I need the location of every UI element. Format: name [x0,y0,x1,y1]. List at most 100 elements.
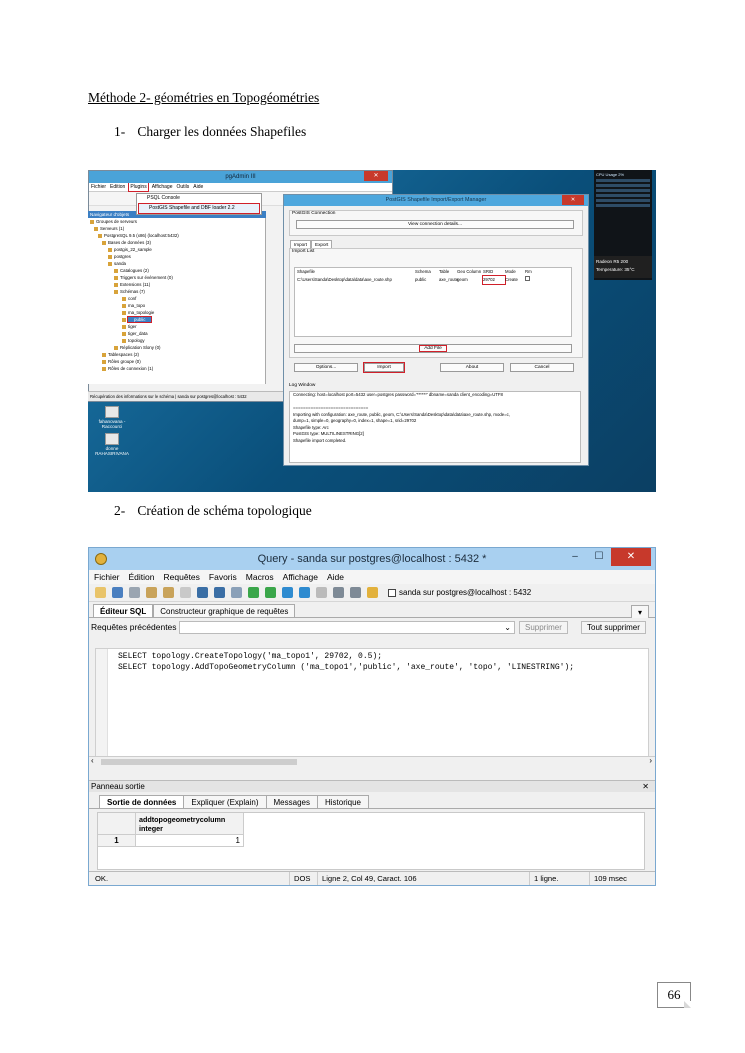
tab-data-output[interactable]: Sortie de données [99,795,185,808]
copy-icon[interactable] [146,587,157,598]
row-header[interactable]: 1 [98,835,136,847]
delete-all-button[interactable]: Tout supprimer [581,621,646,634]
menu-macros[interactable]: Macros [246,570,274,584]
minimize-button[interactable]: – [563,548,587,566]
menu-fichier[interactable]: Fichier [91,183,106,191]
redo-icon[interactable] [214,587,225,598]
query-window-title: Query - sanda sur postgres@localhost : 5… [257,553,487,565]
tree-item[interactable]: ma_topologie [88,309,265,316]
tree-item[interactable]: tiger [88,323,265,330]
tree-item[interactable]: Extensions (11) [88,281,265,288]
save-icon[interactable] [112,587,123,598]
options-button[interactable]: Options... [294,363,358,372]
add-file-button[interactable]: Add File [419,345,447,352]
sql-code[interactable]: SELECT topology.CreateTopology('ma_topo1… [118,651,574,673]
tabs-dropdown-icon[interactable]: ▾ [630,605,649,618]
view-connection-button[interactable]: View connection details... [296,220,574,229]
tab-explain[interactable]: Expliquer (Explain) [183,795,267,808]
explain-icon[interactable] [299,587,310,598]
grid-corner[interactable] [98,813,136,835]
tab-sql-editor[interactable]: Éditeur SQL [93,604,154,617]
tree-item[interactable]: ma_topo [88,302,265,309]
tree-item[interactable]: Rôles groupe (0) [88,358,265,365]
paste-icon[interactable] [163,587,174,598]
tree-item[interactable]: postgis_22_sample [88,246,265,253]
menu-aide[interactable]: Aide [327,570,344,584]
schema-icon [122,331,126,336]
scroll-thumb[interactable] [101,759,297,765]
execute-to-file-icon[interactable] [282,587,293,598]
execute-icon[interactable] [248,587,259,598]
import-button[interactable]: Import [363,362,405,373]
help-icon[interactable] [367,587,378,598]
tree-item-selected[interactable]: public [88,316,265,323]
pgadmin-close-button[interactable]: ✕ [364,171,388,181]
tab-import[interactable]: Import [290,240,312,248]
tree-item[interactable]: Groupes de serveurs [88,218,265,225]
menu-requetes[interactable]: Requêtes [164,570,200,584]
plugin-shapefile-loader[interactable]: PostGIS Shapefile and DBF loader 2.2 [138,203,260,214]
menu-affichage[interactable]: Affichage [283,570,318,584]
previous-queries-dropdown[interactable]: ⌄ [179,621,515,634]
tree-item[interactable]: postgres [88,253,265,260]
connection-selector[interactable]: sanda sur postgres@localhost : 5432 [388,588,531,597]
shapefile-loader-window: PostGIS Shapefile Import/Export Manager … [283,194,589,466]
delete-button[interactable]: Supprimer [519,621,568,634]
sql-editor[interactable]: SELECT topology.CreateTopology('ma_topo1… [95,648,649,758]
tree-item[interactable]: sanda [88,260,265,267]
tree-item[interactable]: Catalogues (2) [88,267,265,274]
shortcut-icon[interactable] [105,406,119,418]
about-button[interactable]: About [440,363,504,372]
close-button[interactable]: ✕ [611,548,651,566]
close-panel-icon[interactable]: ✕ [642,781,649,793]
plugin-psql-console[interactable]: PSQL Console [137,194,261,203]
cut-icon[interactable] [129,587,140,598]
menu-edition[interactable]: Édition [129,570,155,584]
folder-icon[interactable] [105,433,119,445]
menu-fichier[interactable]: Fichier [94,570,120,584]
clear-icon[interactable] [180,587,191,598]
tab-query-builder[interactable]: Constructeur graphique de requêtes [153,604,296,617]
table-row[interactable]: C:\Users\Sanda\Desktop\data\data\axe_rou… [295,275,571,285]
editor-horizontal-scrollbar[interactable]: ‹ › [89,756,655,766]
tree-item[interactable]: Tablespaces (2) [88,351,265,358]
menu-outils[interactable]: Outils [176,183,189,191]
remove-checkbox[interactable] [525,276,530,281]
column-header[interactable]: addtopogeometrycolumn integer [136,813,244,835]
tree-item[interactable]: Serveurs (1) [88,225,265,232]
tab-history[interactable]: Historique [316,795,369,808]
maximize-button[interactable]: ☐ [587,548,611,566]
find-icon[interactable] [231,587,242,598]
tab-messages[interactable]: Messages [265,795,318,808]
cancel-button[interactable]: Cancel [510,363,574,372]
tree-item[interactable]: Schémas (7) [88,288,265,295]
tree-item[interactable]: PostgreSQL 9.5 (x86) (localhost:5432) [88,232,265,239]
srid-cell[interactable]: 29702 [482,275,506,285]
rollback-icon[interactable] [350,587,361,598]
execute-pgscript-icon[interactable] [265,587,276,598]
loader-close-button[interactable]: ✕ [562,195,584,205]
scroll-left-icon[interactable]: ‹ [91,756,94,765]
undo-icon[interactable] [197,587,208,598]
tree-item[interactable]: Bases de données (3) [88,239,265,246]
menu-plugins[interactable]: Plugins [128,182,149,192]
stop-icon[interactable] [316,587,327,598]
tab-export[interactable]: Export [311,240,333,248]
result-cell[interactable]: 1 [136,835,244,847]
open-file-icon[interactable] [95,587,106,598]
menu-favoris[interactable]: Favoris [209,570,237,584]
tree-item[interactable]: conf [88,295,265,302]
commit-icon[interactable] [333,587,344,598]
sql-line-2[interactable]: SELECT topology.AddTopoGeometryColumn ('… [118,662,574,673]
tree-item[interactable]: Triggers sur événement (0) [88,274,265,281]
sql-line-1[interactable]: SELECT topology.CreateTopology('ma_topo1… [118,651,574,662]
tree-item[interactable]: Réplication Slony (0) [88,344,265,351]
menu-aide[interactable]: Aide [193,183,203,191]
tree-item[interactable]: topology [88,337,265,344]
menu-edition[interactable]: Edition [110,183,125,191]
tree-item[interactable]: Rôles de connexion (1) [88,365,265,372]
menu-affichage[interactable]: Affichage [152,183,173,191]
scroll-right-icon[interactable]: › [649,756,652,765]
tree-item[interactable]: tiger_data [88,330,265,337]
connection-checkbox[interactable] [388,588,396,597]
